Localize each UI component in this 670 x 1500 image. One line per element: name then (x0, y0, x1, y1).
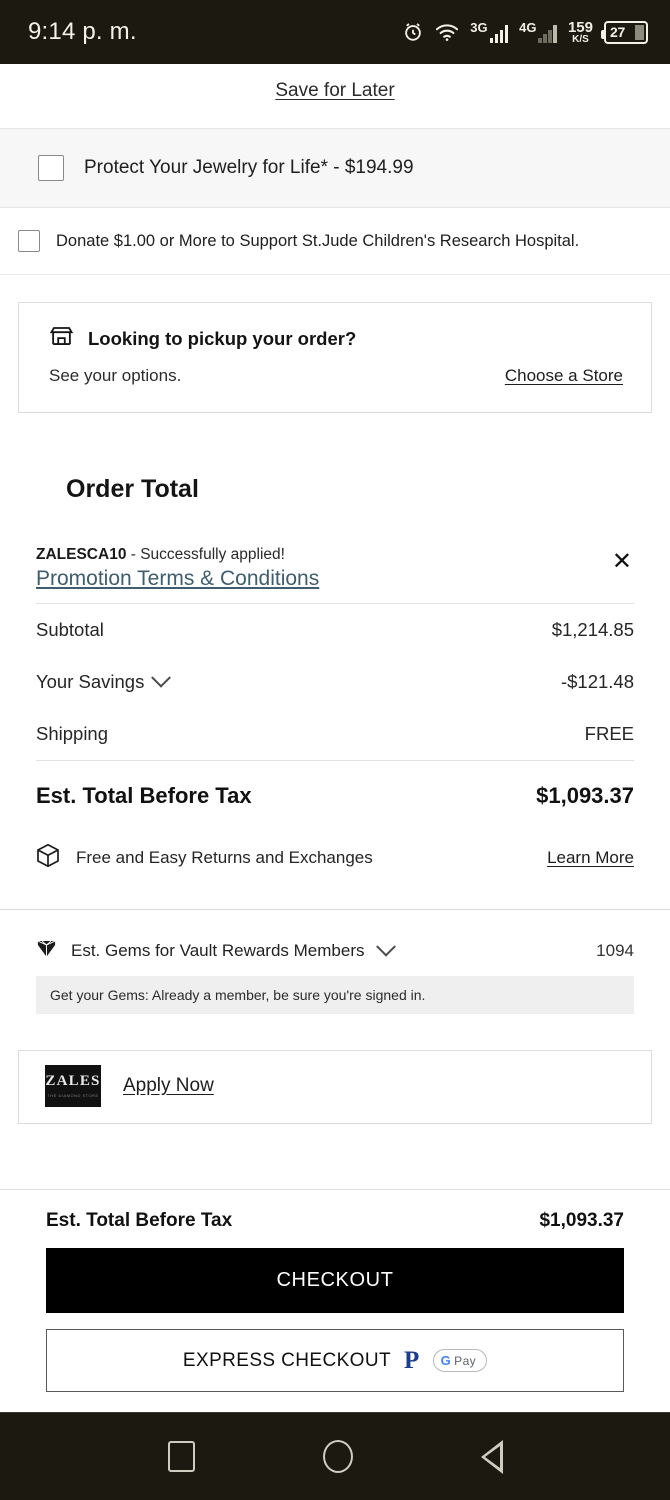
order-totals-list: Subtotal $1,214.85 Your Savings -$121.48… (36, 604, 634, 827)
total-row-label: Subtotal (36, 618, 104, 640)
total-row-value: $1,214.85 (551, 618, 634, 640)
promo-code: ZALESCA10 (36, 546, 127, 563)
pickup-section: Looking to pickup your order? See your o… (0, 275, 670, 413)
google-pay-icon: G Pay (432, 1349, 488, 1372)
alarm-clock-icon (402, 21, 424, 43)
returns-info: Free and Easy Returns and Exchanges (36, 843, 373, 873)
status-bar: 9:14 p. m. 3G 4G 159 K/S 27 (0, 0, 670, 64)
total-row-your-savings[interactable]: Your Savings -$121.48 (36, 656, 634, 708)
gems-row[interactable]: Est. Gems for Vault Rewards Members 1094 (36, 932, 634, 976)
footer-total-value: $1,093.37 (539, 1210, 624, 1231)
save-for-later-row: Save for Later (0, 64, 670, 128)
promo-status: - Successfully applied! (126, 546, 285, 563)
jewelry-protection-label: Protect Your Jewelry for Life* - $194.99 (84, 157, 414, 178)
paypal-icon: PP (403, 1347, 424, 1377)
sim2-signal-icon: 4G (519, 21, 557, 43)
promo-details: ZALESCA10 - Successfully applied! Promot… (36, 546, 319, 591)
apply-now-link[interactable]: Apply Now (123, 1075, 214, 1097)
gems-label: Est. Gems for Vault Rewards Members (71, 940, 365, 960)
cart-page: Save for Later Protect Your Jewelry for … (0, 64, 670, 1124)
gems-value: 1094 (596, 940, 634, 960)
gems-section: Est. Gems for Vault Rewards Members 1094… (0, 908, 670, 1014)
express-checkout-label: EXPRESS CHECKOUT (182, 1349, 391, 1371)
sim1-signal-icon: 3G (470, 21, 509, 43)
package-box-icon (36, 843, 60, 873)
network-speed-indicator: 159 K/S (567, 18, 593, 45)
gems-info: Est. Gems for Vault Rewards Members (36, 936, 396, 964)
promo-code-line: ZALESCA10 - Successfully applied! (36, 546, 319, 564)
footer-total-row: Est. Total Before Tax $1,093.37 (46, 1206, 624, 1248)
pickup-subtitle: See your options. (49, 366, 182, 385)
jewelry-protection-row[interactable]: Protect Your Jewelry for Life* - $194.99 (0, 128, 670, 208)
estimated-total-row: Est. Total Before Tax $1,093.37 (36, 761, 634, 827)
chevron-down-icon[interactable] (375, 936, 396, 957)
donation-row[interactable]: Donate $1.00 or More to Support St.Jude … (0, 208, 670, 275)
wifi-icon (435, 23, 459, 42)
total-row-label: Shipping (36, 722, 109, 744)
status-bar-icons: 3G 4G 159 K/S 27 (402, 20, 648, 45)
triangle-back-icon[interactable] (480, 1439, 503, 1474)
choose-a-store-link[interactable]: Choose a Store (505, 366, 623, 386)
express-checkout-button[interactable]: EXPRESS CHECKOUT PP G Pay (46, 1329, 624, 1392)
checkout-footer: Est. Total Before Tax $1,093.37 CHECKOUT… (0, 1189, 670, 1412)
estimated-total-value: $1,093.37 (536, 782, 634, 808)
returns-text: Free and Easy Returns and Exchanges (76, 847, 373, 867)
pickup-subrow: See your options. Choose a Store (49, 366, 623, 386)
returns-row: Free and Easy Returns and Exchanges Lear… (36, 827, 634, 909)
pickup-title: Looking to pickup your order? (88, 327, 357, 349)
google-pay-text: Pay (454, 1353, 477, 1368)
footer-total-label: Est. Total Before Tax (46, 1210, 233, 1231)
order-total-heading: Order Total (66, 475, 199, 503)
google-pay-g: G (440, 1353, 452, 1368)
promotion-terms-link[interactable]: Promotion Terms & Conditions (36, 567, 319, 591)
zales-logo-text: ZALES (45, 1073, 101, 1090)
gems-hint-banner: Get your Gems: Already a member, be sure… (36, 975, 634, 1014)
zales-logo: ZALES THE DIAMOND STORE (45, 1064, 101, 1107)
zales-credit-card: ZALES THE DIAMOND STORE Apply Now (18, 1049, 652, 1124)
checkout-button[interactable]: CHECKOUT (46, 1248, 624, 1313)
status-bar-time: 9:14 p. m. (28, 18, 137, 45)
total-row-subtotal: Subtotal $1,214.85 (36, 604, 634, 656)
total-row-value: -$121.48 (560, 670, 634, 692)
zales-logo-subtext: THE DIAMOND STORE (47, 1093, 99, 1099)
donation-checkbox[interactable] (18, 230, 40, 252)
pickup-card: Looking to pickup your order? See your o… (18, 302, 652, 413)
total-row-shipping: Shipping FREE (36, 708, 634, 760)
credit-card-section: ZALES THE DIAMOND STORE Apply Now (0, 1014, 670, 1124)
battery-icon: 27 (601, 20, 648, 44)
square-recents-icon[interactable] (167, 1441, 195, 1472)
learn-more-link[interactable]: Learn More (547, 848, 634, 868)
save-for-later-link[interactable]: Save for Later (275, 80, 394, 102)
jewelry-protection-checkbox[interactable] (38, 155, 64, 181)
total-row-label: Your Savings (36, 670, 145, 692)
pickup-header: Looking to pickup your order? (49, 325, 623, 352)
close-icon[interactable]: ✕ (610, 546, 634, 578)
donation-label: Donate $1.00 or More to Support St.Jude … (56, 231, 580, 250)
storefront-icon (49, 325, 74, 352)
circle-home-icon[interactable] (322, 1440, 353, 1473)
total-row-value: FREE (584, 722, 634, 744)
chevron-down-icon[interactable] (151, 667, 172, 688)
estimated-total-label: Est. Total Before Tax (36, 782, 252, 808)
gem-icon (36, 938, 57, 964)
total-row-label-group: Your Savings (36, 667, 172, 693)
promo-code-applied: ZALESCA10 - Successfully applied! Promot… (36, 546, 634, 604)
android-navigation-bar (0, 1412, 670, 1500)
